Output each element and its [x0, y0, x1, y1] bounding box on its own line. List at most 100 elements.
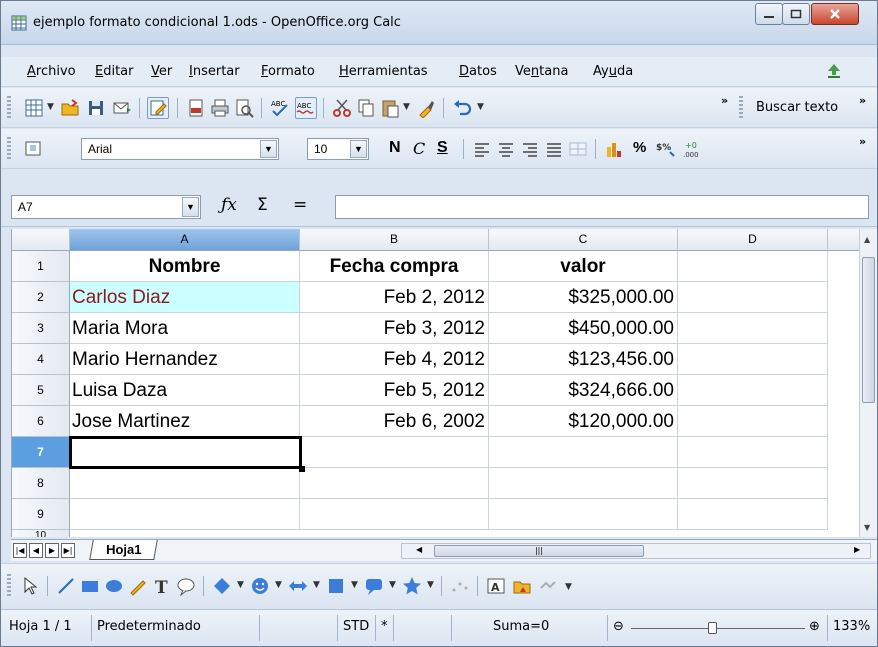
- freeform-line-icon[interactable]: [127, 575, 149, 597]
- column-header-c[interactable]: C: [489, 229, 678, 251]
- row-header[interactable]: 10: [12, 530, 70, 537]
- paste-dropdown-arrow[interactable]: ▼: [403, 102, 410, 112]
- cell-a9[interactable]: [70, 499, 300, 530]
- text-icon[interactable]: T: [151, 575, 173, 597]
- format-overflow-icon[interactable]: »: [859, 135, 866, 148]
- last-sheet-icon[interactable]: ▶|: [61, 543, 75, 558]
- prev-sheet-icon[interactable]: ◀: [29, 543, 43, 558]
- flowchart-icon[interactable]: [325, 575, 347, 597]
- autospellcheck-icon[interactable]: ABC: [295, 97, 317, 119]
- find-overflow-icon[interactable]: »: [859, 94, 866, 107]
- toolbar-grip[interactable]: [7, 96, 11, 120]
- cut-icon[interactable]: [331, 97, 353, 119]
- cell-c7[interactable]: [489, 437, 678, 468]
- row-header[interactable]: 6: [12, 406, 70, 437]
- callout-icon[interactable]: [175, 575, 197, 597]
- next-sheet-icon[interactable]: ▶: [45, 543, 59, 558]
- export-pdf-icon[interactable]: [185, 97, 207, 119]
- scroll-right-icon[interactable]: ▶: [854, 545, 860, 554]
- paste-icon[interactable]: [379, 97, 401, 119]
- select-all-corner[interactable]: [12, 229, 70, 251]
- menu-ayuda[interactable]: Ayuda: [593, 64, 633, 79]
- first-sheet-icon[interactable]: |◀: [13, 543, 27, 558]
- open-folder-icon[interactable]: [59, 97, 81, 119]
- menu-herramientas[interactable]: Herramientas: [339, 64, 428, 79]
- underline-button[interactable]: S: [437, 139, 448, 157]
- email-icon[interactable]: [111, 97, 133, 119]
- cell-c5[interactable]: $324,666.00: [489, 375, 678, 406]
- cell-b5[interactable]: Feb 5, 2012: [300, 375, 489, 406]
- currency-format-icon[interactable]: [603, 138, 625, 160]
- cell-a4[interactable]: Mario Hernandez: [70, 344, 300, 375]
- drawing-overflow-icon[interactable]: ▼: [565, 582, 572, 592]
- row-header[interactable]: 3: [12, 313, 70, 344]
- cell-a6[interactable]: Jose Martinez: [70, 406, 300, 437]
- zoom-slider[interactable]: [631, 628, 805, 629]
- select-pointer-icon[interactable]: [19, 575, 41, 597]
- selection-mode[interactable]: STD: [343, 619, 369, 634]
- cell-c6[interactable]: $120,000.00: [489, 406, 678, 437]
- sheet-tab-hoja1[interactable]: Hoja1: [89, 540, 159, 560]
- row-header[interactable]: 1: [12, 251, 70, 282]
- ellipse-icon[interactable]: [103, 575, 125, 597]
- new-dropdown-arrow[interactable]: ▼: [47, 102, 54, 112]
- cell-d5[interactable]: [678, 375, 828, 406]
- print-icon[interactable]: [209, 97, 231, 119]
- cell-a3[interactable]: Maria Mora: [70, 313, 300, 344]
- align-right-icon[interactable]: [519, 138, 541, 160]
- minimize-button[interactable]: [755, 3, 783, 25]
- menu-ver[interactable]: Ver: [151, 64, 172, 79]
- scroll-down-icon[interactable]: ▼: [864, 523, 870, 532]
- zoom-slider-knob[interactable]: [708, 622, 717, 634]
- cell-d7[interactable]: [678, 437, 828, 468]
- sum-icon[interactable]: Σ: [257, 195, 268, 215]
- function-wizard-icon[interactable]: ƒx: [221, 195, 237, 215]
- print-preview-icon[interactable]: [233, 97, 255, 119]
- italic-button[interactable]: C: [413, 139, 425, 158]
- cell-c9[interactable]: [489, 499, 678, 530]
- row-header[interactable]: 4: [12, 344, 70, 375]
- vertical-scroll-thumb[interactable]: [862, 257, 875, 403]
- scroll-up-icon[interactable]: ▲: [864, 235, 870, 244]
- row-header[interactable]: 2: [12, 282, 70, 313]
- add-decimal-icon[interactable]: +0.000: [681, 138, 703, 160]
- cell-d2[interactable]: [678, 282, 828, 313]
- name-box[interactable]: A7 ▼: [11, 195, 201, 219]
- cell-a8[interactable]: [70, 468, 300, 499]
- cell-a2[interactable]: Carlos Diaz: [70, 282, 300, 313]
- maximize-button[interactable]: [782, 3, 810, 25]
- spreadsheet-grid[interactable]: A B C D 1 2 3 4 5 6 7 8 9 10 Nombre Fech…: [11, 229, 859, 537]
- cell-b2[interactable]: Feb 2, 2012: [300, 282, 489, 313]
- horizontal-scrollbar[interactable]: ◀ ||| ▶: [401, 543, 871, 559]
- save-icon[interactable]: [85, 97, 107, 119]
- zoom-level[interactable]: 133%: [833, 619, 870, 634]
- cell-c4[interactable]: $123,456.00: [489, 344, 678, 375]
- font-size-select[interactable]: 10 ▼: [307, 138, 369, 160]
- cell-b6[interactable]: Feb 6, 2002: [300, 406, 489, 437]
- align-center-icon[interactable]: [495, 138, 517, 160]
- toolbar-overflow-icon[interactable]: »: [721, 94, 728, 107]
- column-header-e[interactable]: [828, 229, 859, 251]
- percent-format-button[interactable]: %: [633, 139, 646, 156]
- horizontal-scroll-thumb[interactable]: |||: [434, 545, 644, 557]
- clone-format-icon[interactable]: [415, 97, 437, 119]
- align-left-icon[interactable]: [471, 138, 493, 160]
- cell-b4[interactable]: Feb 4, 2012: [300, 344, 489, 375]
- cell-c2[interactable]: $325,000.00: [489, 282, 678, 313]
- points-icon[interactable]: [449, 575, 471, 597]
- cell-d8[interactable]: [678, 468, 828, 499]
- column-header-b[interactable]: B: [300, 229, 489, 251]
- zoom-out-icon[interactable]: ⊖: [613, 619, 624, 634]
- scroll-left-icon[interactable]: ◀: [416, 545, 422, 554]
- rectangle-icon[interactable]: [79, 575, 101, 597]
- menu-formato[interactable]: Formato: [261, 64, 315, 79]
- cell-d3[interactable]: [678, 313, 828, 344]
- cell-a5[interactable]: Luisa Daza: [70, 375, 300, 406]
- menu-ventana[interactable]: Ventana: [515, 64, 568, 79]
- find-text-label[interactable]: Buscar texto: [756, 100, 838, 115]
- cell-c3[interactable]: $450,000.00: [489, 313, 678, 344]
- block-arrows-icon[interactable]: [287, 575, 309, 597]
- styles-icon[interactable]: [23, 138, 45, 160]
- stars-icon[interactable]: [401, 575, 423, 597]
- cell-d1[interactable]: [678, 251, 828, 282]
